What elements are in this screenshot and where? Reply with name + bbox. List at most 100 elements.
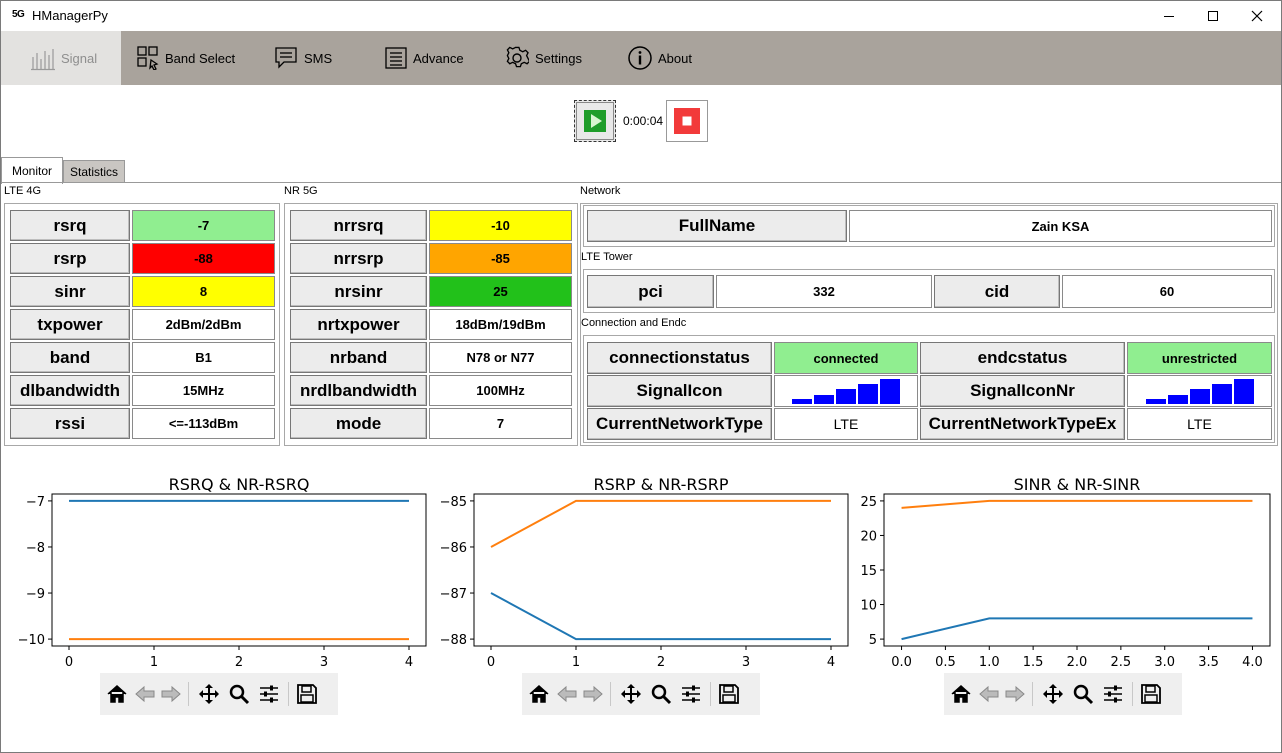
- lte-label-rsrq: rsrq: [10, 210, 130, 241]
- nr-label-nrrsrp: nrrsrp: [290, 243, 427, 274]
- close-button[interactable]: [1234, 0, 1280, 31]
- x-tick-label: 3.5: [1198, 655, 1219, 670]
- tab-about[interactable]: About: [628, 31, 692, 85]
- forward-arrow-button[interactable]: [160, 683, 182, 705]
- cid-value: 60: [1062, 275, 1272, 308]
- back-arrow-button[interactable]: [556, 683, 578, 705]
- tab-settings[interactable]: Settings: [505, 31, 582, 85]
- start-button[interactable]: [574, 100, 616, 142]
- window-title: HManagerPy: [32, 8, 108, 23]
- series-line: [490, 592, 831, 641]
- x-tick-label: 2.5: [1111, 655, 1132, 670]
- tab-divider: [0, 182, 1282, 183]
- y-tick-label: −86: [440, 541, 467, 556]
- y-tick-label: −88: [440, 633, 467, 648]
- lte-label-txpower: txpower: [10, 309, 130, 340]
- y-tick-label: −8: [26, 541, 45, 556]
- series-line: [490, 499, 831, 548]
- x-tick-label: 3.0: [1154, 655, 1175, 670]
- nr-value-nrband: N78 or N77: [429, 342, 572, 373]
- tab-advance[interactable]: Advance: [385, 31, 464, 85]
- pan-button[interactable]: [198, 683, 220, 705]
- configure-subplots-button[interactable]: [1102, 683, 1124, 705]
- x-tick-label: 4: [827, 655, 835, 670]
- save-icon: [719, 684, 739, 704]
- signaliconnr-value: [1127, 375, 1272, 407]
- forward-arrow-icon: [161, 685, 181, 703]
- connectionstatus-label: connectionstatus: [587, 342, 772, 374]
- plot-frame: [473, 493, 849, 647]
- stop-button[interactable]: [666, 100, 708, 142]
- nr-value-nrrsrp: -85: [429, 243, 572, 274]
- zoom-button[interactable]: [650, 683, 672, 705]
- currentnetworktypeex-label: CurrentNetworkTypeEx: [920, 408, 1125, 440]
- configure-subplots-button[interactable]: [258, 683, 280, 705]
- y-tick-label: −85: [440, 495, 467, 510]
- pan-button[interactable]: [1042, 683, 1064, 705]
- series-line: [901, 499, 1253, 509]
- back-arrow-icon: [135, 685, 155, 703]
- zoom-button[interactable]: [228, 683, 250, 705]
- connection-endc-title: Connection and Endc: [581, 317, 687, 329]
- save-button[interactable]: [718, 683, 740, 705]
- maximize-button[interactable]: [1190, 0, 1236, 31]
- zoom-button[interactable]: [1072, 683, 1094, 705]
- y-tick-label: 20: [860, 529, 877, 544]
- forward-arrow-button[interactable]: [582, 683, 604, 705]
- tab-band-select[interactable]: Band Select: [137, 31, 235, 85]
- back-arrow-icon: [979, 685, 999, 703]
- pci-label: pci: [587, 275, 714, 308]
- back-arrow-button[interactable]: [978, 683, 1000, 705]
- forward-arrow-icon: [583, 685, 603, 703]
- tab-settings-label: Settings: [535, 50, 582, 66]
- lte-label-rsrp: rsrp: [10, 243, 130, 274]
- y-tick-label: −9: [26, 587, 45, 602]
- home-button[interactable]: [106, 683, 128, 705]
- cid-label: cid: [934, 275, 1060, 308]
- x-tick-label: 2: [657, 655, 665, 670]
- configure-subplots-icon: [260, 685, 278, 703]
- lte-value-rsrp: -88: [132, 243, 275, 274]
- tab-signal[interactable]: Signal: [0, 31, 121, 85]
- fullname-value: Zain KSA: [849, 210, 1272, 242]
- x-tick-label: 1: [150, 655, 158, 670]
- x-tick-label: 0: [65, 655, 73, 670]
- minimize-button[interactable]: [1146, 0, 1192, 31]
- forward-arrow-button[interactable]: [1004, 683, 1026, 705]
- zoom-icon: [1073, 684, 1094, 705]
- tab-monitor[interactable]: Monitor: [1, 157, 63, 184]
- save-button[interactable]: [296, 683, 318, 705]
- back-arrow-button[interactable]: [134, 683, 156, 705]
- x-tick-label: 0.0: [891, 655, 912, 670]
- nr-label-mode: mode: [290, 408, 427, 439]
- home-button[interactable]: [950, 683, 972, 705]
- info-icon: [628, 46, 652, 70]
- forward-arrow-icon: [1005, 685, 1025, 703]
- nr-value-nrrsrq: -10: [429, 210, 572, 241]
- lte-value-band: B1: [132, 342, 275, 373]
- configure-subplots-button[interactable]: [680, 683, 702, 705]
- home-button[interactable]: [528, 683, 550, 705]
- currentnetworktype-label: CurrentNetworkType: [587, 408, 772, 440]
- chart-title: RSRQ & NR-RSRQ: [168, 475, 310, 494]
- nr-label-nrsinr: nrsinr: [290, 276, 427, 307]
- signal-bar: [814, 395, 834, 404]
- signalicon-value: [774, 375, 918, 407]
- tab-sms[interactable]: SMS: [274, 31, 332, 85]
- pan-button[interactable]: [620, 683, 642, 705]
- signalicon-label: SignalIcon: [587, 375, 772, 407]
- save-button[interactable]: [1140, 683, 1162, 705]
- plot-nav-toolbar: [100, 673, 338, 715]
- nr-group-title: NR 5G: [284, 185, 318, 197]
- toolbar-separator: [710, 682, 711, 706]
- endcstatus-label: endcstatus: [920, 342, 1125, 374]
- tab-statistics[interactable]: Statistics: [63, 160, 125, 183]
- lte-group-title: LTE 4G: [4, 185, 42, 197]
- x-tick-label: 0: [487, 655, 495, 670]
- save-icon: [1141, 684, 1161, 704]
- lte-label-sinr: sinr: [10, 276, 130, 307]
- signal-bars-nr-icon: [1145, 379, 1254, 404]
- plot-nav-toolbar: [944, 673, 1182, 715]
- toolbar-separator: [1032, 682, 1033, 706]
- pci-value: 332: [716, 275, 932, 308]
